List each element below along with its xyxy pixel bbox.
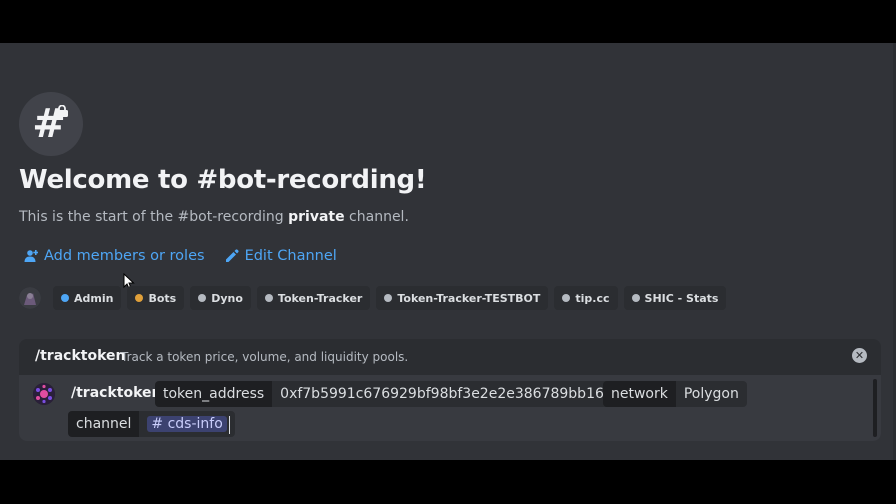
start-bold: private — [288, 209, 345, 225]
role-dot — [61, 294, 69, 302]
channel-start-text: This is the start of the #bot-recording … — [19, 209, 409, 225]
start-prefix: This is the start of the #bot-recording — [19, 209, 289, 225]
typed-command: /tracktoken — [71, 385, 162, 401]
letterbox-bottom — [0, 460, 896, 504]
role-token-tracker[interactable]: Token-Tracker — [256, 286, 371, 310]
letterbox-top — [0, 0, 896, 43]
command-header: /tracktoken Track a token price, volume,… — [19, 339, 881, 375]
channel-mention[interactable]: # cds-info — [147, 416, 227, 432]
option-channel[interactable]: channel # cds-info — [68, 411, 235, 437]
command-name: /tracktoken — [35, 348, 126, 364]
option-value: Polygon — [675, 381, 747, 407]
add-members-label: Add members or roles — [44, 248, 205, 264]
role-dot — [264, 294, 273, 302]
bot-avatar — [33, 383, 55, 405]
option-key: token_address — [155, 381, 273, 407]
input-scrollbar[interactable] — [873, 379, 877, 437]
role-shic-stats[interactable]: SHIC - Stats — [623, 286, 727, 310]
avatar-icon — [19, 287, 41, 309]
bot-avatar-icon — [33, 383, 55, 405]
role-dot — [631, 294, 640, 302]
chat-area: # Welcome to #bot-recording! This is the… — [0, 43, 896, 460]
role-label: Admin — [74, 291, 114, 305]
role-token-tracker-testbot[interactable]: Token-Tracker-TESTBOT — [376, 286, 549, 310]
channel-actions: Add members or roles Edit Channel — [24, 248, 337, 264]
start-suffix: channel. — [344, 209, 409, 225]
welcome-title: Welcome to #bot-recording! — [19, 165, 427, 195]
role-label: SHIC - Stats — [644, 291, 719, 305]
option-token-address[interactable]: token_address 0xf7b5991c676929bf98bf3e2e… — [155, 381, 648, 407]
option-value: # cds-info — [139, 411, 235, 437]
role-dot — [198, 294, 207, 302]
member-avatar[interactable] — [19, 287, 41, 309]
command-description: Track a token price, volume, and liquidi… — [121, 350, 409, 364]
role-dot — [384, 294, 393, 302]
message-input[interactable]: /tracktoken token_address 0xf7b5991c6769… — [19, 375, 881, 441]
role-label: Bots — [148, 291, 177, 305]
lock-icon — [56, 105, 68, 117]
role-label: Token-Tracker-TESTBOT — [397, 291, 541, 305]
edit-channel-label: Edit Channel — [244, 248, 337, 264]
add-members-button[interactable]: Add members or roles — [24, 248, 205, 264]
role-dyno[interactable]: Dyno — [190, 286, 251, 310]
add-person-icon — [24, 250, 38, 262]
role-bots[interactable]: Bots — [127, 286, 185, 310]
role-dot — [135, 294, 144, 302]
role-list: Admin Bots Dyno Token-Tracker Token-Trac… — [19, 286, 727, 310]
role-dot — [562, 294, 571, 302]
pencil-icon — [225, 249, 239, 262]
role-label: Token-Tracker — [277, 291, 363, 305]
option-key: channel — [68, 411, 140, 437]
private-channel-icon: # — [19, 92, 83, 156]
option-network[interactable]: network Polygon — [603, 381, 747, 407]
text-caret — [229, 416, 230, 434]
edit-channel-button[interactable]: Edit Channel — [225, 248, 337, 264]
close-command-button[interactable]: ✕ — [852, 348, 867, 363]
role-label: Dyno — [211, 291, 243, 305]
role-admin[interactable]: Admin — [53, 286, 122, 310]
option-key: network — [603, 381, 676, 407]
option-value: 0xf7b5991c676929bf98bf3e2e2e386789bb1691… — [272, 381, 648, 407]
close-icon: ✕ — [854, 349, 865, 362]
role-tip-cc[interactable]: tip.cc — [554, 286, 618, 310]
role-label: tip.cc — [575, 291, 610, 305]
